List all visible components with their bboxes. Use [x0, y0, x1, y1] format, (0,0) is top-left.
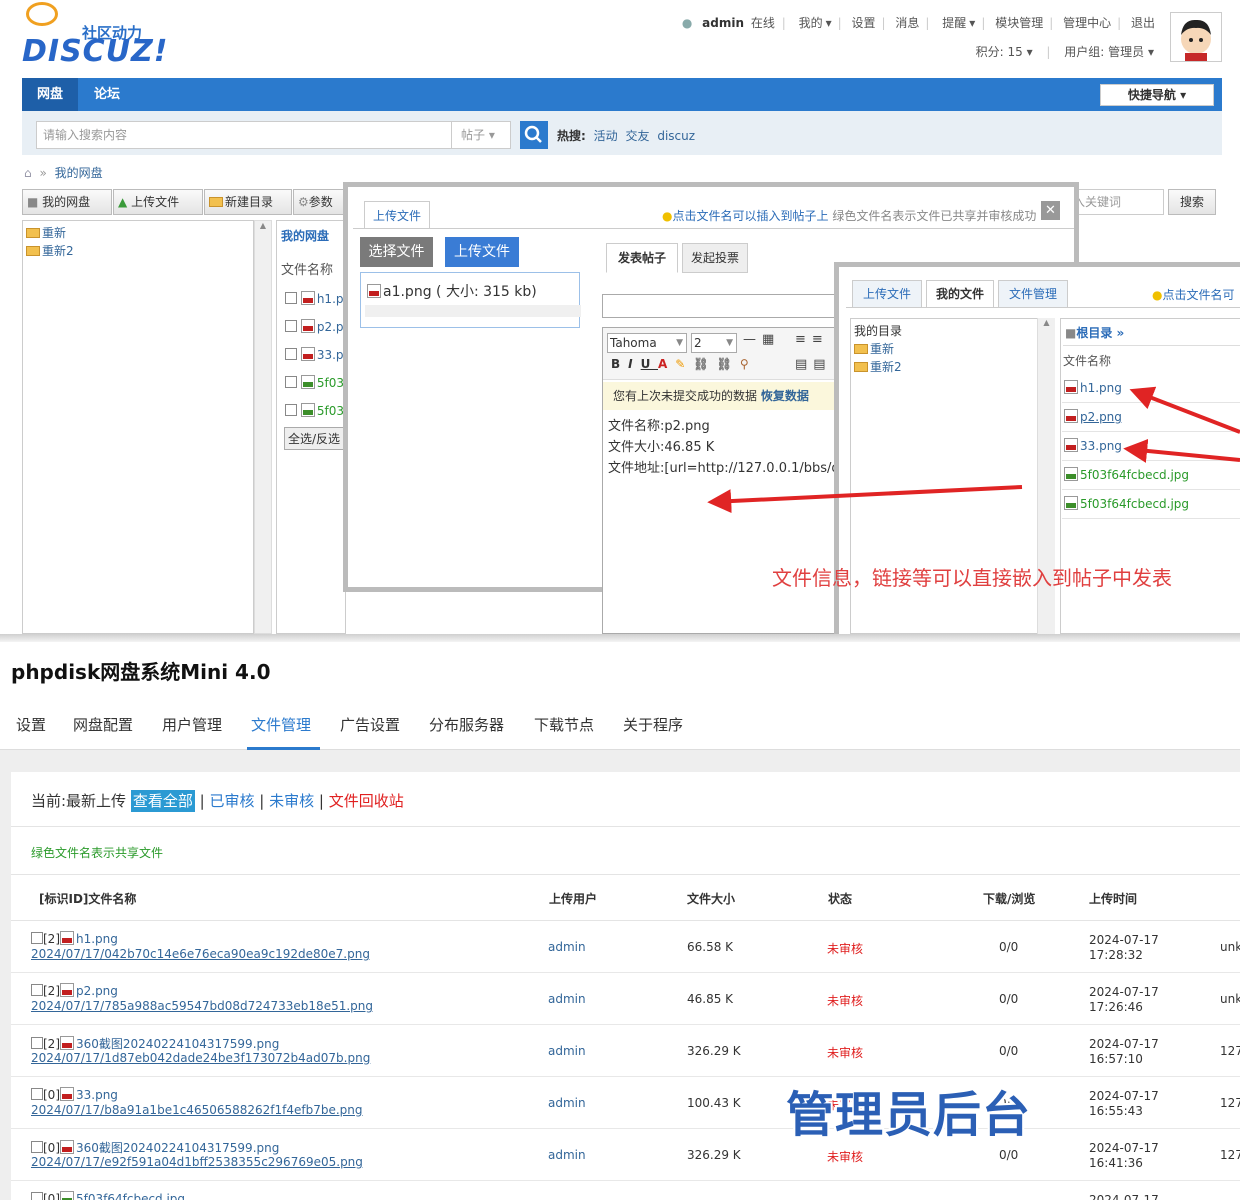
jpg-file-icon — [60, 1191, 74, 1200]
admin-page: phpdisk网盘系统Mini 4.0 设置 网盘配置 用户管理 文件管理 广告… — [0, 634, 1240, 1200]
table-row: [2] 360截图20240224104317599.png 2024/07/17/… — [11, 1025, 1240, 1077]
upload-time: 2024-07-17 17:28:32 — [1089, 933, 1159, 962]
file-size: 100.43 K — [687, 1096, 741, 1110]
png-file-icon — [60, 983, 74, 997]
col-size[interactable]: 文件大小 — [687, 890, 735, 907]
status-badge[interactable]: 未审核 — [827, 1148, 863, 1165]
user-link[interactable]: admin — [548, 1044, 586, 1058]
png-file-icon — [60, 1036, 74, 1050]
col-time[interactable]: 上传时间 — [1089, 890, 1137, 907]
row-name-cell: [0] 33.png — [31, 1087, 118, 1102]
file-path-link[interactable]: 2024/07/17/785a988ac59547bd08d724733eb18… — [31, 999, 373, 1013]
table-row: [2] p2.png 2024/07/17/785a988ac59547bd08d7… — [11, 973, 1240, 1025]
filter-bar: 当前:最新上传 查看全部 | 已审核 | 未审核 | 文件回收站 — [31, 790, 404, 812]
status-badge[interactable]: 未审核 — [827, 940, 863, 957]
upload-time: 2024-07-17 17:26:46 — [1089, 985, 1159, 1014]
annotation-text: 文件信息，链接等可以直接嵌入到帖子中发表 — [772, 566, 1172, 590]
upload-time: 2024-07-17 16:41:36 — [1089, 1141, 1159, 1170]
row-checkbox[interactable] — [31, 1141, 43, 1153]
nav-ads[interactable]: 广告设置 — [340, 714, 400, 735]
row-name-cell: [2] 360截图20240224104317599.png — [31, 1035, 279, 1052]
file-size: 326.29 K — [687, 1148, 741, 1162]
col-user[interactable]: 上传用户 — [549, 890, 597, 907]
divider — [0, 634, 1240, 642]
nav-download-nodes[interactable]: 下载节点 — [534, 714, 594, 735]
nav-about[interactable]: 关于程序 — [623, 714, 683, 735]
row-checkbox[interactable] — [31, 984, 43, 996]
download-count: 0/0 — [999, 940, 1019, 954]
current-filter: 当前:最新上传 — [31, 792, 127, 810]
col-status[interactable]: 状态 — [828, 890, 852, 907]
row-name-cell: [2] p2.png — [31, 983, 118, 998]
nav-servers[interactable]: 分布服务器 — [429, 714, 504, 735]
approved-link[interactable]: 已审核 — [209, 792, 254, 810]
file-path-link[interactable]: 2024/07/17/b8a91a1be1c46506588262f1f4efb… — [31, 1103, 363, 1117]
row-name-cell: [2] h1.png — [31, 931, 118, 946]
file-path-link[interactable]: 2024/07/17/042b70c14e6e76eca90ea9c192de8… — [31, 947, 370, 961]
table-row: [0] 360截图20240224104317599.png 2024/07/17/… — [11, 1129, 1240, 1181]
user-link[interactable]: admin — [548, 1096, 586, 1110]
extra-info: unk — [1220, 940, 1240, 954]
download-count: 0/0 — [999, 992, 1019, 1006]
row-checkbox[interactable] — [31, 1088, 43, 1100]
extra-info: 127 — [1220, 1096, 1240, 1110]
nav-file-manage[interactable]: 文件管理 — [251, 714, 311, 735]
row-name-cell: [0] 5f03f64fcbecd.jpg — [31, 1191, 185, 1200]
file-path-link[interactable]: 2024/07/17/1d87eb042dade24be3f173072b4ad… — [31, 1051, 370, 1065]
view-all-link[interactable]: 查看全部 — [130, 790, 195, 812]
user-link[interactable]: admin — [548, 1148, 586, 1162]
table-row: [0] 5f03f64fcbecd.jpg 2024-07-17 — [11, 1181, 1240, 1200]
file-name-link[interactable]: h1.png — [76, 932, 118, 946]
file-name-link[interactable]: 360截图20240224104317599.png — [76, 1037, 279, 1051]
row-checkbox[interactable] — [31, 1192, 43, 1200]
table-row: [2] h1.png 2024/07/17/042b70c14e6e76eca90e… — [11, 921, 1240, 973]
status-badge[interactable]: 未审核 — [827, 1044, 863, 1061]
extra-info: 127 — [1220, 1148, 1240, 1162]
nav-user-manage[interactable]: 用户管理 — [162, 714, 222, 735]
file-name-link[interactable]: 360截图20240224104317599.png — [76, 1141, 279, 1155]
recycle-link[interactable]: 文件回收站 — [329, 792, 404, 810]
png-file-icon — [60, 931, 74, 945]
user-link[interactable]: admin — [548, 992, 586, 1006]
admin-stamp: 管理员后台 — [786, 1087, 1032, 1143]
table-row: [0] 33.png 2024/07/17/b8a91a1be1c465065882… — [11, 1077, 1240, 1129]
upload-time: 2024-07-17 16:55:43 — [1089, 1089, 1159, 1118]
extra-info: unk — [1220, 992, 1240, 1006]
col-downloads[interactable]: 下载/浏览 — [983, 890, 1035, 907]
png-file-icon — [60, 1140, 74, 1154]
admin-nav: 设置 网盘配置 用户管理 文件管理 广告设置 分布服务器 下载节点 关于程序 — [0, 698, 1240, 750]
extra-info: 127 — [1220, 1044, 1240, 1058]
upload-time: 2024-07-17 — [1089, 1193, 1159, 1200]
file-name-link[interactable]: 5f03f64fcbecd.jpg — [76, 1192, 185, 1200]
png-file-icon — [60, 1087, 74, 1101]
page-title: phpdisk网盘系统Mini 4.0 — [11, 660, 271, 684]
unapproved-link[interactable]: 未审核 — [269, 792, 314, 810]
row-checkbox[interactable] — [31, 1037, 43, 1049]
file-size: 46.85 K — [687, 992, 734, 1006]
file-name-link[interactable]: 33.png — [76, 1088, 118, 1102]
row-checkbox[interactable] — [31, 932, 43, 944]
screenshot-root: 社区动力 DISCUZ! ● admin 在线 | 我的 ▾ | 设置 | 消息 | 提… — [0, 0, 1240, 1200]
nav-settings[interactable]: 设置 — [16, 714, 46, 735]
download-count: 0/0 — [999, 1148, 1019, 1162]
file-name-link[interactable]: p2.png — [76, 984, 118, 998]
shared-tip: 绿色文件名表示共享文件 — [31, 846, 164, 860]
discuz-page: 社区动力 DISCUZ! ● admin 在线 | 我的 ▾ | 设置 | 消息 | 提… — [0, 0, 1240, 634]
col-filename[interactable]: [标识ID]文件名称 — [39, 890, 136, 907]
file-size: 326.29 K — [687, 1044, 741, 1058]
download-count: 0/0 — [999, 1044, 1019, 1058]
file-size: 66.58 K — [687, 940, 734, 954]
nav-disk-config[interactable]: 网盘配置 — [73, 714, 133, 735]
upload-time: 2024-07-17 16:57:10 — [1089, 1037, 1159, 1066]
row-name-cell: [0] 360截图20240224104317599.png — [31, 1139, 279, 1156]
annotation-arrows — [707, 386, 1240, 514]
status-badge[interactable]: 未审核 — [827, 992, 863, 1009]
file-path-link[interactable]: 2024/07/17/e92f591a04d1bff2538355c296769… — [31, 1155, 363, 1169]
user-link[interactable]: admin — [548, 940, 586, 954]
